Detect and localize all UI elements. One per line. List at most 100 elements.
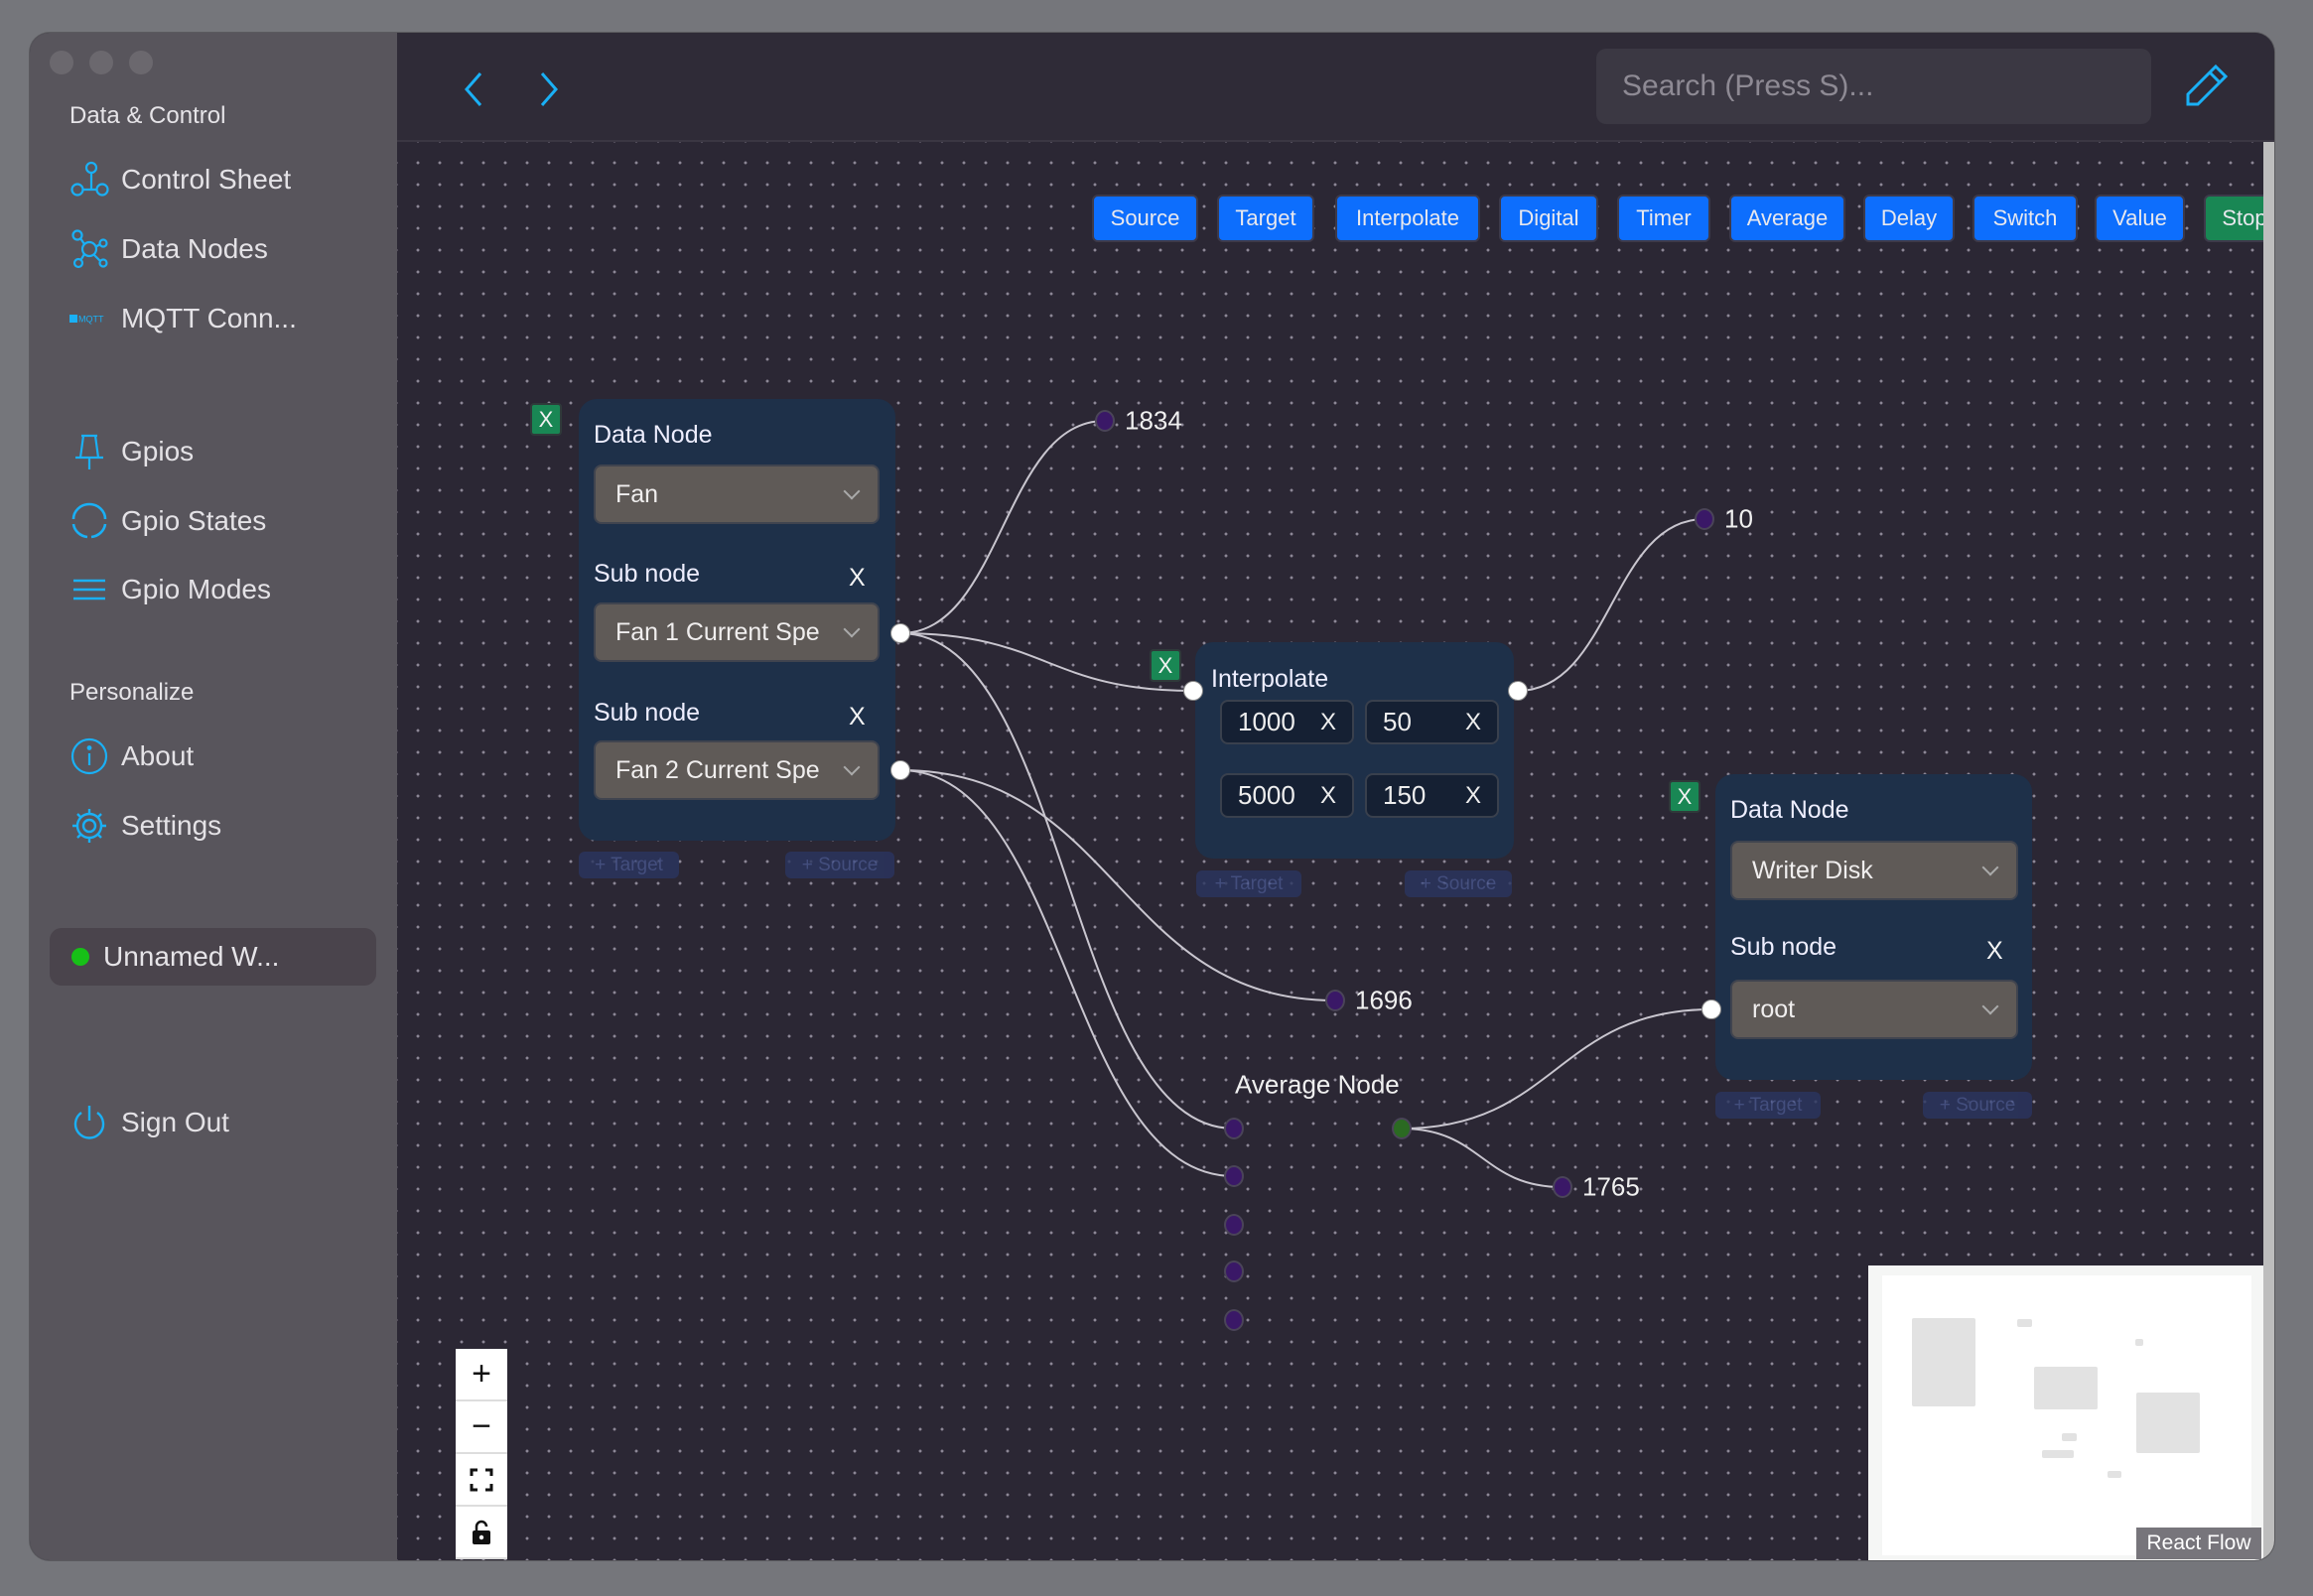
data-node-writer-disk[interactable]: Data Node Writer Disk Sub node X root: [1715, 774, 2032, 1080]
scrollbar[interactable]: [2263, 142, 2274, 1560]
edge[interactable]: [1517, 518, 1705, 692]
add-source-button[interactable]: + Source: [785, 852, 894, 878]
zoom-out-button[interactable]: −: [456, 1401, 507, 1454]
add-source-button[interactable]: Source: [1092, 195, 1198, 242]
average-input-handle[interactable]: [1224, 1261, 1244, 1282]
average-node-title: Average Node: [1235, 1069, 1400, 1100]
interpolate-input[interactable]: 5000 X: [1220, 773, 1354, 818]
section-heading: Data & Control: [69, 102, 226, 129]
sidebar-item-settings[interactable]: Settings: [69, 804, 221, 848]
back-arrow-icon[interactable]: [461, 69, 486, 109]
average-input-handle[interactable]: [1224, 1214, 1244, 1236]
edge[interactable]: [899, 420, 1106, 634]
sidebar-item-control-sheet[interactable]: Control Sheet: [69, 158, 291, 201]
pencil-icon[interactable]: [2180, 61, 2232, 112]
edge[interactable]: [1401, 1128, 1564, 1188]
source-handle[interactable]: [890, 623, 910, 643]
value-node-handle[interactable]: [1695, 508, 1714, 530]
sidebar-item-gpio-states[interactable]: Gpio States: [69, 499, 266, 543]
sign-out-button[interactable]: Sign Out: [69, 1101, 229, 1144]
value-node-handle[interactable]: [1325, 990, 1345, 1011]
interpolate-output[interactable]: 50 X: [1365, 700, 1499, 744]
add-digital-button[interactable]: Digital: [1499, 195, 1598, 242]
workspace-selector[interactable]: Unnamed W...: [50, 928, 376, 986]
edge[interactable]: [899, 632, 1235, 1130]
chevron-down-icon: [843, 620, 861, 638]
remove-node-button[interactable]: X: [530, 403, 562, 436]
zoom-in-button[interactable]: +: [456, 1349, 507, 1401]
section-heading: Personalize: [69, 679, 195, 706]
add-timer-button[interactable]: Timer: [1617, 195, 1710, 242]
interpolate-output[interactable]: 150 X: [1365, 773, 1499, 818]
lock-toggle-button[interactable]: [456, 1507, 507, 1559]
app-window: Data & Control Control Sheet Data Nodes …: [30, 33, 2274, 1560]
average-input-handle[interactable]: [1224, 1165, 1244, 1187]
search-input[interactable]: [1596, 49, 2151, 124]
average-input-handle[interactable]: [1224, 1118, 1244, 1139]
add-source-button[interactable]: + Source: [1405, 870, 1512, 897]
sidebar-item-label: About: [121, 740, 195, 771]
sidebar-item-data-nodes[interactable]: Data Nodes: [69, 227, 268, 271]
node-select[interactable]: Fan: [594, 465, 880, 524]
add-target-button[interactable]: + Target: [1196, 870, 1301, 897]
sidebar-item-label: Data Nodes: [121, 233, 268, 264]
add-delay-button[interactable]: Delay: [1863, 195, 1955, 242]
add-switch-button[interactable]: Switch: [1973, 195, 2078, 242]
sub-node-select[interactable]: Fan 1 Current Spe: [594, 602, 880, 662]
add-source-button[interactable]: + Source: [1923, 1092, 2032, 1119]
sub-node-select[interactable]: Fan 2 Current Spe: [594, 740, 880, 800]
window-minimize-button[interactable]: [89, 51, 113, 74]
add-target-button[interactable]: + Target: [579, 852, 679, 878]
menu-icon: [73, 579, 105, 600]
node-select[interactable]: Writer Disk: [1730, 841, 2018, 900]
interpolate-node[interactable]: Interpolate 1000 X 50 X 5000 X 150 X: [1195, 642, 1514, 859]
select-value: Fan 2 Current Spe: [615, 755, 820, 784]
add-target-button[interactable]: Target: [1217, 195, 1314, 242]
clear-button[interactable]: X: [1320, 709, 1336, 736]
sidebar-item-mqtt[interactable]: MQTT MQTT Conn...: [69, 297, 297, 340]
minimap[interactable]: [1868, 1265, 2263, 1560]
remove-sub-node-button[interactable]: X: [849, 703, 866, 732]
forward-arrow-icon[interactable]: [536, 69, 562, 109]
sub-node-select[interactable]: root: [1730, 980, 2018, 1039]
remove-sub-node-button[interactable]: X: [1986, 937, 2003, 966]
window-maximize-button[interactable]: [129, 51, 153, 74]
clear-button[interactable]: X: [1320, 782, 1336, 810]
minimap-node: [1912, 1318, 1975, 1406]
remove-node-button[interactable]: X: [1150, 649, 1181, 682]
react-flow-attribution[interactable]: React Flow: [2136, 1528, 2261, 1559]
target-handle[interactable]: [1701, 999, 1721, 1019]
flow-canvas[interactable]: Source Target Interpolate Digital Timer Avera…: [397, 142, 2263, 1560]
select-value: Fan: [615, 479, 659, 508]
remove-node-button[interactable]: X: [1669, 780, 1701, 813]
sidebar-item-gpio-modes[interactable]: Gpio Modes: [69, 568, 271, 611]
window-close-button[interactable]: [50, 51, 73, 74]
value-node-handle[interactable]: [1553, 1176, 1572, 1198]
sidebar-item-label: Settings: [121, 810, 222, 841]
fit-view-button[interactable]: [456, 1454, 507, 1507]
source-handle[interactable]: [1508, 681, 1528, 701]
sidebar-item-about[interactable]: About: [69, 734, 194, 778]
minimap-node: [2136, 1393, 2200, 1453]
target-handle[interactable]: [1183, 681, 1203, 701]
add-target-button[interactable]: + Target: [1715, 1092, 1821, 1119]
clear-button[interactable]: X: [1465, 709, 1481, 736]
sidebar: Data & Control Control Sheet Data Nodes …: [30, 33, 397, 1560]
edge[interactable]: [899, 769, 1235, 1177]
edge[interactable]: [1401, 1008, 1712, 1130]
sidebar-item-gpios[interactable]: Gpios: [69, 430, 194, 473]
average-input-handle[interactable]: [1224, 1309, 1244, 1331]
remove-sub-node-button[interactable]: X: [849, 564, 866, 593]
clear-button[interactable]: X: [1465, 782, 1481, 810]
add-interpolate-button[interactable]: Interpolate: [1335, 195, 1480, 242]
gear-icon: [72, 809, 106, 843]
add-average-button[interactable]: Average: [1729, 195, 1845, 242]
value-node-handle[interactable]: [1095, 410, 1115, 432]
source-handle[interactable]: [890, 760, 910, 780]
data-node-fan[interactable]: Data Node Fan Sub node X Fan 1 Current S…: [579, 399, 895, 841]
add-value-button[interactable]: Value: [2095, 195, 2185, 242]
add-stop-button[interactable]: Stop: [2204, 195, 2263, 242]
interpolate-input[interactable]: 1000 X: [1220, 700, 1354, 744]
average-output-handle[interactable]: [1392, 1118, 1412, 1139]
minimap-node: [2108, 1471, 2121, 1478]
